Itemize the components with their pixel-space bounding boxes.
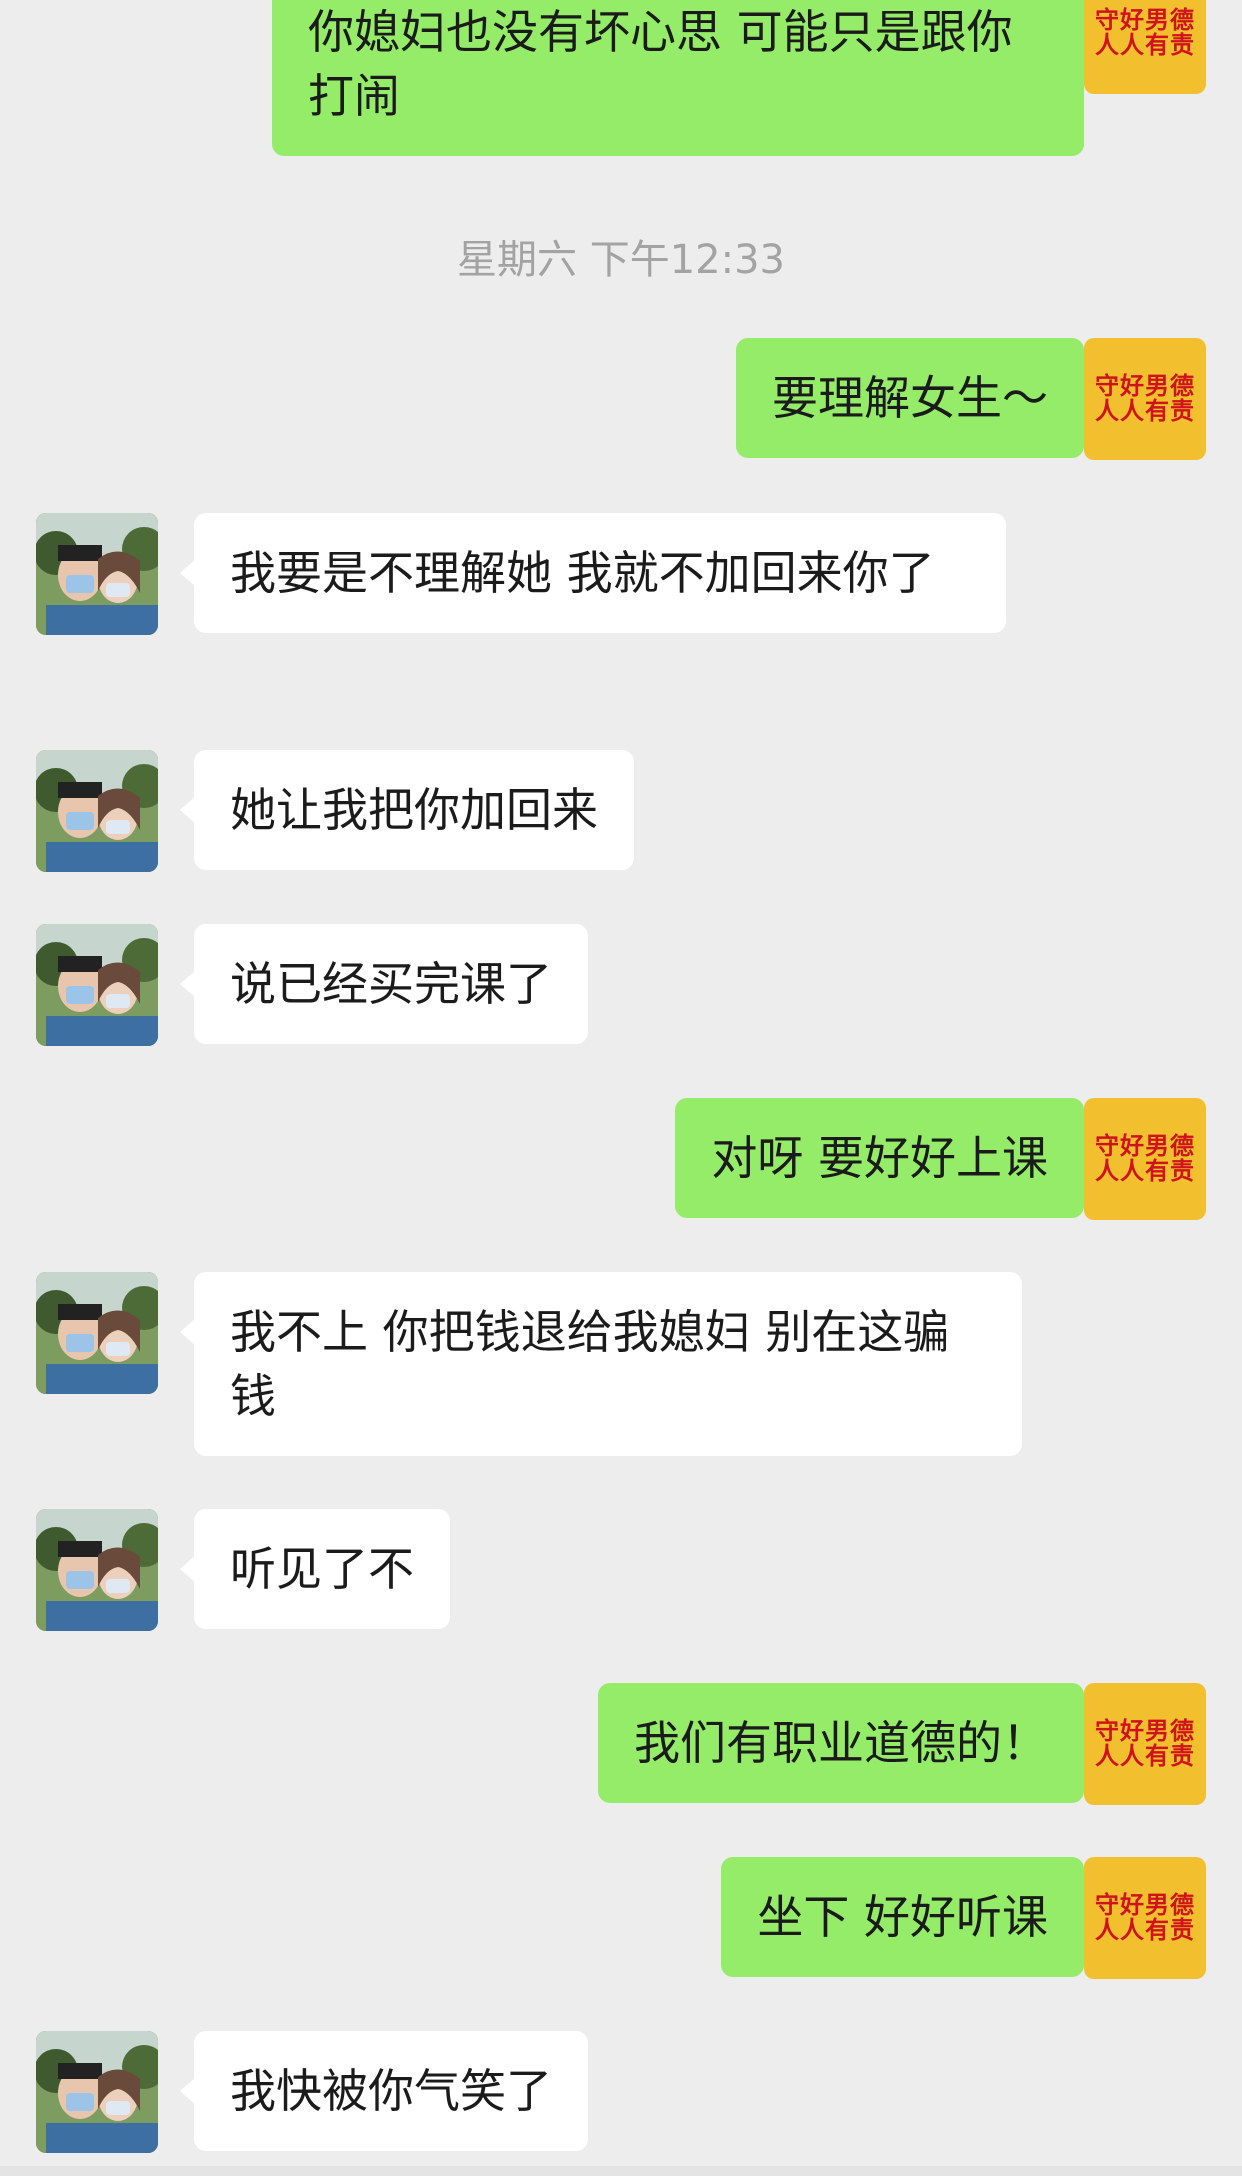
contact-avatar[interactable] [36, 513, 158, 635]
contact-photo-icon [36, 1509, 158, 1631]
contact-avatar[interactable] [36, 924, 158, 1046]
chat-timestamp: 星期六 下午12:33 [457, 237, 785, 283]
avatar-badge-line2: 人人有责 [1095, 397, 1195, 425]
contact-avatar[interactable] [36, 1272, 158, 1394]
message-bubble-incoming[interactable]: 听见了不 [180, 1509, 450, 1629]
avatar-badge-line1: 守好男德 [1095, 371, 1195, 400]
user-avatar[interactable]: 守好男德 人人有责 [1084, 1683, 1206, 1805]
chat-view: 你媳妇也没有坏心思 可能只是跟你打闹 守好男德 人人有责 星期六 下午12:33… [0, 0, 1242, 2176]
user-avatar[interactable]: 守好男德 人人有责 [1084, 0, 1206, 94]
message-bubble-outgoing[interactable]: 坐下 好好听课 [721, 1857, 1098, 1977]
message-bubble-incoming[interactable]: 她让我把你加回来 [180, 750, 634, 870]
avatar-badge-line2: 人人有责 [1095, 1742, 1195, 1770]
bottom-edge [0, 2166, 1242, 2176]
user-avatar[interactable]: 守好男德 人人有责 [1084, 338, 1206, 460]
contact-avatar[interactable] [36, 2031, 158, 2153]
message-bubble-outgoing[interactable]: 对呀 要好好上课 [675, 1098, 1098, 1218]
contact-avatar[interactable] [36, 1509, 158, 1631]
message-bubble-incoming[interactable]: 说已经买完课了 [180, 924, 588, 1044]
avatar-badge-line1: 守好男德 [1095, 1890, 1195, 1919]
avatar-badge-line2: 人人有责 [1095, 1916, 1195, 1944]
contact-photo-icon [36, 2031, 158, 2153]
user-avatar[interactable]: 守好男德 人人有责 [1084, 1098, 1206, 1220]
contact-avatar[interactable] [36, 750, 158, 872]
message-bubble-incoming[interactable]: 我要是不理解她 我就不加回来你了 [180, 513, 1006, 633]
contact-photo-icon [36, 924, 158, 1046]
message-bubble-incoming[interactable]: 我不上 你把钱退给我媳妇 别在这骗钱 [180, 1272, 1022, 1456]
contact-photo-icon [36, 750, 158, 872]
avatar-badge-line1: 守好男德 [1095, 5, 1195, 34]
avatar-badge-line2: 人人有责 [1095, 31, 1195, 59]
message-bubble-outgoing[interactable]: 你媳妇也没有坏心思 可能只是跟你打闹 [272, 0, 1098, 156]
contact-photo-icon [36, 1272, 158, 1394]
message-bubble-incoming[interactable]: 我快被你气笑了 [180, 2031, 588, 2151]
avatar-badge-line1: 守好男德 [1095, 1131, 1195, 1160]
message-bubble-outgoing[interactable]: 我们有职业道德的！ [598, 1683, 1098, 1803]
contact-photo-icon [36, 513, 158, 635]
message-bubble-outgoing[interactable]: 要理解女生～ [736, 338, 1098, 458]
avatar-badge-line1: 守好男德 [1095, 1716, 1195, 1745]
user-avatar[interactable]: 守好男德 人人有责 [1084, 1857, 1206, 1979]
avatar-badge-line2: 人人有责 [1095, 1157, 1195, 1185]
